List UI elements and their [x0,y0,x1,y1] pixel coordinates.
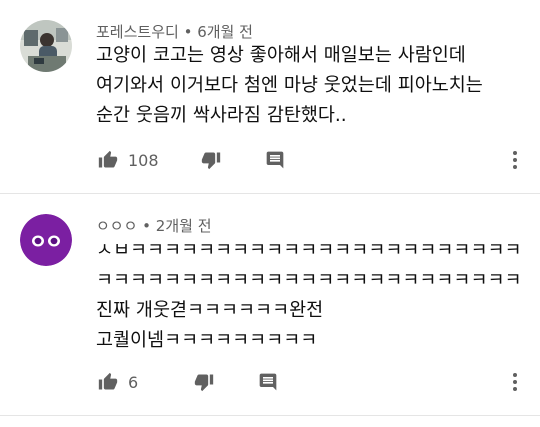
meta-separator: • [137,217,156,235]
author-name[interactable]: ㅇㅇㅇ [96,217,137,235]
comment-line: ㅋㅋㅋㅋㅋㅋㅋㅋㅋㅋㅋㅋㅋㅋㅋㅋㅋㅋㅋㅋㅋㅋㅋㅋㅋㅋㅋ [96,270,522,291]
comment-line: 고양이 코고는 영상 좋아해서 매일보는 사람인데 [96,45,466,66]
comment-item: ㅇㅇㅇ • 2개월 전 ㅅㅂㅋㅋㅋㅋㅋㅋㅋㅋㅋㅋㅋㅋㅋㅋㅋㅋㅋㅋㅋㅋㅋㅋㅋㅋㅋ … [0,194,540,416]
author-name[interactable]: 포레스트우디 [96,23,179,41]
comment-text: ㅅㅂㅋㅋㅋㅋㅋㅋㅋㅋㅋㅋㅋㅋㅋㅋㅋㅋㅋㅋㅋㅋㅋㅋㅋㅋㅋ ㅋㅋㅋㅋㅋㅋㅋㅋㅋㅋㅋㅋ… [96,236,522,356]
comment-line: 진짜 개웃겯ㅋㅋㅋㅋㅋㅋ완전 [96,300,324,321]
like-count: 108 [128,150,159,170]
comment-line: 순간 웃음끼 싹사라짐 감탄했다.. [96,105,347,126]
comment-line: ㅅㅂㅋㅋㅋㅋㅋㅋㅋㅋㅋㅋㅋㅋㅋㅋㅋㅋㅋㅋㅋㅋㅋㅋㅋㅋㅋ [96,240,522,261]
reply-icon[interactable] [263,148,287,172]
more-vert-icon[interactable] [506,370,524,394]
comment-time[interactable]: 6개월 전 [197,23,253,41]
purple-eyes-avatar-icon [20,214,72,266]
thumbs-down-icon[interactable] [192,370,216,394]
comment-actions: 108 [96,148,287,172]
avatar[interactable] [20,20,72,72]
comment-line: 고퀄이넴ㅋㅋㅋㅋㅋㅋㅋㅋㅋ [96,330,318,351]
avatar-photo [20,20,72,72]
avatar[interactable] [20,214,72,266]
comment-time[interactable]: 2개월 전 [156,217,212,235]
reply-icon[interactable] [256,370,280,394]
thumbs-up-icon[interactable] [96,148,120,172]
thumbs-up-icon[interactable] [96,370,120,394]
meta-separator: • [178,23,198,41]
more-vert-icon[interactable] [506,148,524,172]
comment-actions: 6 [96,370,280,394]
comment-divider [0,415,540,416]
like-count: 6 [128,372,139,392]
comment-line: 여기와서 이거보다 첨엔 마냥 웃었는데 피아노치는 [96,75,483,96]
thumbs-down-icon[interactable] [199,148,223,172]
comment-meta: ㅇㅇㅇ • 2개월 전 [96,215,212,236]
comment-meta: 포레스트우디 • 6개월 전 [96,21,253,42]
comment-item: 포레스트우디 • 6개월 전 고양이 코고는 영상 좋아해서 매일보는 사람인데… [0,0,540,193]
comment-text: 고양이 코고는 영상 좋아해서 매일보는 사람인데 여기와서 이거보다 첨엔 마… [96,41,522,131]
